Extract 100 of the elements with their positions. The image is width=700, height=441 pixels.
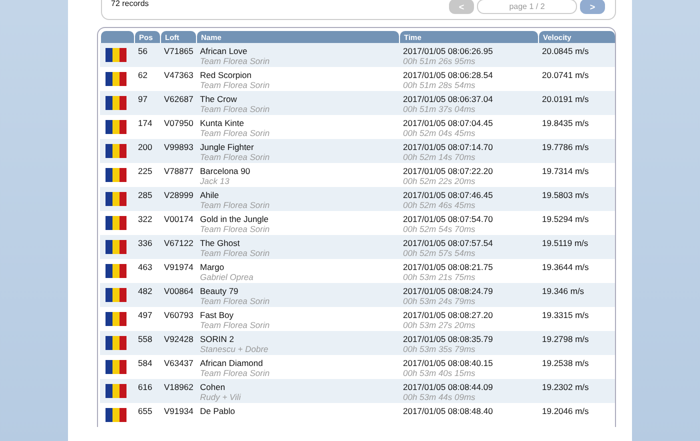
pigeon-name: Fast Boy <box>200 310 234 320</box>
flight-duration: 00h 52m 04s 45ms <box>403 128 476 138</box>
owner-name: Team Florea Sorin <box>200 200 271 210</box>
loft-cell: V07950 <box>164 118 194 128</box>
velocity-cell: 19.5803 m/s <box>542 190 589 200</box>
velocity-cell: 19.2046 m/s <box>542 406 589 416</box>
position-cell: 336 <box>138 238 152 248</box>
flag-icon <box>105 96 127 110</box>
flight-duration: 00h 51m 37s 04ms <box>403 104 476 114</box>
velocity-cell: 19.2798 m/s <box>542 334 589 344</box>
flight-duration: 00h 53m 40s 15ms <box>403 368 476 378</box>
arrival-time: 2017/01/05 08:07:14.70 <box>403 142 493 152</box>
page-field[interactable]: page 1 / 2 <box>477 0 577 14</box>
position-cell: 655 <box>138 406 152 416</box>
pigeon-name: De Pablo <box>200 406 235 416</box>
velocity-cell: 19.5119 m/s <box>542 238 588 248</box>
flag-icon <box>105 240 127 254</box>
position-cell: 558 <box>138 334 152 344</box>
pigeon-name: The Ghost <box>200 238 240 248</box>
pigeon-name: Jungle Fighter <box>200 142 254 152</box>
flag-icon <box>105 360 127 374</box>
velocity-cell: 19.346 m/s <box>542 286 584 296</box>
position-cell: 174 <box>138 118 152 128</box>
flag-icon <box>105 120 127 134</box>
velocity-cell: 19.3644 m/s <box>542 262 589 272</box>
loft-cell: V63437 <box>164 358 194 368</box>
velocity-cell: 19.2538 m/s <box>542 358 589 368</box>
owner-name: Jack 13 <box>200 176 230 186</box>
pigeon-name: The Crow <box>200 94 237 104</box>
position-cell: 56 <box>138 46 148 56</box>
flight-duration: 00h 52m 54s 70ms <box>403 224 476 234</box>
arrival-time: 2017/01/05 08:08:27.20 <box>403 310 493 320</box>
position-cell: 482 <box>138 286 152 296</box>
position-cell: 62 <box>138 70 148 80</box>
owner-name: Stanescu + Dobre <box>200 344 270 354</box>
flight-duration: 00h 53m 24s 79ms <box>403 296 476 306</box>
flight-duration: 00h 53m 44s 09ms <box>403 392 476 402</box>
flag-icon <box>105 216 127 230</box>
position-cell: 285 <box>138 190 152 200</box>
flag-icon <box>105 144 127 158</box>
arrival-time: 2017/01/05 08:08:48.40 <box>403 406 493 416</box>
owner-name: Team Florea Sorin <box>200 128 271 138</box>
velocity-cell: 20.0845 m/s <box>542 46 589 56</box>
position-cell: 200 <box>138 142 152 152</box>
loft-cell: V92428 <box>164 334 194 344</box>
flight-duration: 00h 51m 26s 95ms <box>403 56 476 66</box>
pigeon-name: Beauty 79 <box>200 286 238 296</box>
velocity-cell: 19.8435 m/s <box>542 118 589 128</box>
flight-duration: 00h 52m 14s 70ms <box>403 152 476 162</box>
owner-name: Team Florea Sorin <box>200 104 271 114</box>
pigeon-name: African Love <box>200 46 248 56</box>
loft-cell: V18962 <box>164 382 194 392</box>
arrival-time: 2017/01/05 08:07:22.20 <box>403 166 493 176</box>
pigeon-name: SORIN 2 <box>200 334 234 344</box>
pigeon-name: Gold in the Jungle <box>200 214 269 224</box>
arrival-time: 2017/01/05 08:07:54.70 <box>403 214 493 224</box>
owner-name: Team Florea Sorin <box>200 368 271 378</box>
flag-icon <box>105 408 127 422</box>
flight-duration: 00h 53m 27s 20ms <box>403 320 476 330</box>
loft-cell: V00864 <box>164 286 194 296</box>
loft-cell: V60793 <box>164 310 194 320</box>
owner-name: Gabriel Oprea <box>200 272 254 282</box>
flight-duration: 00h 52m 22s 20ms <box>403 176 476 186</box>
flag-icon <box>105 288 127 302</box>
loft-cell: V47363 <box>164 70 194 80</box>
flight-duration: 00h 52m 57s 54ms <box>403 248 476 258</box>
velocity-cell: 20.0191 m/s <box>542 94 589 104</box>
pigeon-name: Cohen <box>200 382 226 392</box>
flight-duration: 00h 53m 21s 75ms <box>403 272 476 282</box>
pigeon-name: Margo <box>200 262 224 272</box>
position-cell: 584 <box>138 358 152 368</box>
flight-duration: 00h 51m 28s 54ms <box>403 80 476 90</box>
velocity-cell: 19.7314 m/s <box>542 166 589 176</box>
pigeon-name: Red Scorpion <box>200 70 252 80</box>
velocity-cell: 19.3315 m/s <box>542 310 589 320</box>
flag-icon <box>105 312 127 326</box>
position-cell: 322 <box>138 214 152 224</box>
column-header[interactable] <box>101 31 134 43</box>
owner-name: Team Florea Sorin <box>200 80 271 90</box>
pigeon-name: African Diamond <box>200 358 263 368</box>
arrival-time: 2017/01/05 08:08:35.79 <box>403 334 493 344</box>
flight-duration: 00h 52m 46s 45ms <box>403 200 476 210</box>
arrival-time: 2017/01/05 08:08:44.09 <box>403 382 493 392</box>
flag-icon <box>105 72 127 86</box>
pigeon-name: Kunta Kinte <box>200 118 244 128</box>
loft-cell: V62687 <box>164 94 194 104</box>
loft-cell: V99893 <box>164 142 194 152</box>
flight-duration: 00h 53m 35s 79ms <box>403 344 476 354</box>
arrival-time: 2017/01/05 08:08:21.75 <box>403 262 493 272</box>
loft-cell: V00174 <box>164 214 194 224</box>
position-cell: 463 <box>138 262 152 272</box>
pigeon-name: Ahile <box>200 190 219 200</box>
flag-icon <box>105 48 127 62</box>
arrival-time: 2017/01/05 08:07:46.45 <box>403 190 493 200</box>
owner-name: Rudy + Vili <box>200 392 242 402</box>
loft-cell: V91974 <box>164 262 194 272</box>
next-page-button[interactable]: > <box>580 0 605 14</box>
owner-name: Team Florea Sorin <box>200 296 271 306</box>
loft-cell: V91934 <box>164 406 194 416</box>
arrival-time: 2017/01/05 08:08:24.79 <box>403 286 493 296</box>
